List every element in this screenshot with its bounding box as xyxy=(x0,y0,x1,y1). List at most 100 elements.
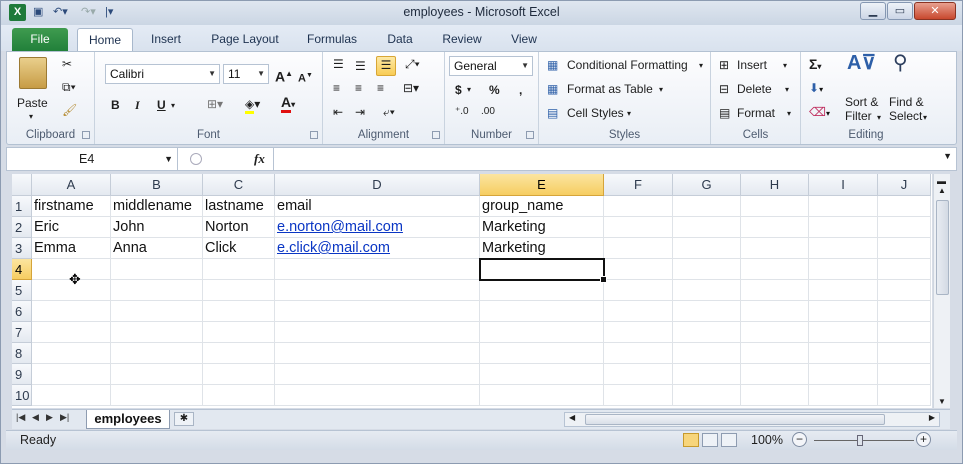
cell-f2[interactable] xyxy=(604,217,673,238)
split-box-icon[interactable]: ▬ xyxy=(937,176,946,186)
currency-button[interactable]: $ xyxy=(455,82,462,98)
row-header-4[interactable]: 4 xyxy=(12,259,32,280)
cell-d5[interactable] xyxy=(275,280,480,301)
sheet-tab-employees[interactable]: employees xyxy=(86,410,170,429)
cut-icon[interactable]: ✂ xyxy=(62,56,72,72)
number-format-combo[interactable]: General ▼ xyxy=(449,56,533,76)
cell-f6[interactable] xyxy=(604,301,673,322)
cell-f7[interactable] xyxy=(604,322,673,343)
cell-h2[interactable] xyxy=(741,217,809,238)
font-size-combo[interactable]: 11 ▼ xyxy=(223,64,269,84)
cell-b8[interactable] xyxy=(111,343,203,364)
cell-h4[interactable] xyxy=(741,259,809,280)
insert-cells-button[interactable]: Insert xyxy=(737,58,767,72)
format-cells-icon[interactable]: ▤ xyxy=(719,105,730,121)
normal-view-icon[interactable] xyxy=(683,433,699,447)
scroll-up-icon[interactable]: ▲ xyxy=(938,186,946,195)
shrink-font-icon[interactable]: A▼ xyxy=(298,68,313,87)
cell-c3[interactable]: Click xyxy=(203,238,275,259)
cell-g4[interactable] xyxy=(673,259,741,280)
cell-i7[interactable] xyxy=(809,322,878,343)
chevron-down-icon[interactable]: ▾ xyxy=(659,82,663,98)
find-select-label-1[interactable]: Find & xyxy=(889,95,924,109)
zoom-slider-thumb[interactable] xyxy=(857,435,863,446)
page-layout-view-icon[interactable] xyxy=(702,433,718,447)
cell-i1[interactable] xyxy=(809,196,878,217)
chevron-down-icon[interactable]: ▾ xyxy=(877,110,881,126)
cell-b7[interactable] xyxy=(111,322,203,343)
active-cell-selection[interactable] xyxy=(479,258,607,283)
middle-align-icon[interactable]: ☰ xyxy=(355,58,366,74)
formula-bar-splitter-icon[interactable] xyxy=(190,153,202,165)
grow-font-icon[interactable]: A▲ xyxy=(275,66,293,85)
cell-g6[interactable] xyxy=(673,301,741,322)
cell-g9[interactable] xyxy=(673,364,741,385)
column-header-f[interactable]: F xyxy=(604,174,673,196)
row-header-7[interactable]: 7 xyxy=(12,322,32,343)
formula-input[interactable] xyxy=(279,148,936,170)
percent-button[interactable]: % xyxy=(489,82,500,98)
cell-d3[interactable]: e.click@mail.com xyxy=(275,238,480,259)
cell-j8[interactable] xyxy=(878,343,931,364)
increase-indent-icon[interactable]: ⇥ xyxy=(355,104,365,120)
cell-a9[interactable] xyxy=(32,364,111,385)
cell-g1[interactable] xyxy=(673,196,741,217)
scroll-left-icon[interactable]: ◀ xyxy=(569,413,575,422)
cell-g2[interactable] xyxy=(673,217,741,238)
row-header-9[interactable]: 9 xyxy=(12,364,32,385)
cell-d10[interactable] xyxy=(275,385,480,406)
borders-icon[interactable]: ⊞▾ xyxy=(207,96,223,112)
cell-a8[interactable] xyxy=(32,343,111,364)
cell-h8[interactable] xyxy=(741,343,809,364)
cell-styles-icon[interactable]: ▤ xyxy=(547,105,558,121)
cell-h7[interactable] xyxy=(741,322,809,343)
cell-e9[interactable] xyxy=(480,364,604,385)
cell-i10[interactable] xyxy=(809,385,878,406)
insert-function-button[interactable]: fx xyxy=(254,151,265,167)
format-cells-button[interactable]: Format xyxy=(737,106,775,120)
sort-filter-icon[interactable]: A⊽ xyxy=(847,53,876,73)
cell-e6[interactable] xyxy=(480,301,604,322)
cell-f4[interactable] xyxy=(604,259,673,280)
vertical-scroll-thumb[interactable] xyxy=(936,200,949,295)
find-select-label-2[interactable]: Select xyxy=(889,109,922,123)
cell-g5[interactable] xyxy=(673,280,741,301)
cell-c6[interactable] xyxy=(203,301,275,322)
column-header-g[interactable]: G xyxy=(673,174,741,196)
font-launcher-icon[interactable] xyxy=(310,131,318,139)
minimize-button[interactable]: ▁ xyxy=(860,2,886,20)
row-header-5[interactable]: 5 xyxy=(12,280,32,301)
cell-g3[interactable] xyxy=(673,238,741,259)
cell-a7[interactable] xyxy=(32,322,111,343)
chevron-down-icon[interactable]: ▾ xyxy=(923,110,927,126)
zoom-level[interactable]: 100% xyxy=(751,433,783,447)
cell-a6[interactable] xyxy=(32,301,111,322)
paste-dropdown-icon[interactable]: ▾ xyxy=(29,112,33,121)
underline-dropdown-icon[interactable]: ▾ xyxy=(171,98,175,114)
cell-j4[interactable] xyxy=(878,259,931,280)
horizontal-scroll-thumb[interactable] xyxy=(585,414,885,425)
cell-i2[interactable] xyxy=(809,217,878,238)
cell-b5[interactable] xyxy=(111,280,203,301)
alignment-launcher-icon[interactable] xyxy=(432,131,440,139)
cell-c1[interactable]: lastname xyxy=(203,196,275,217)
tab-page-layout[interactable]: Page Layout xyxy=(201,28,289,51)
cell-j7[interactable] xyxy=(878,322,931,343)
cell-d4[interactable] xyxy=(275,259,480,280)
cell-f8[interactable] xyxy=(604,343,673,364)
cell-d2[interactable]: e.norton@mail.com xyxy=(275,217,480,238)
cell-d6[interactable] xyxy=(275,301,480,322)
tab-view[interactable]: View xyxy=(501,28,547,51)
cell-g10[interactable] xyxy=(673,385,741,406)
name-box[interactable]: E4 ▼ xyxy=(7,148,178,170)
cell-g7[interactable] xyxy=(673,322,741,343)
format-as-table-icon[interactable]: ▦ xyxy=(547,81,558,97)
merge-center-icon[interactable]: ⊟▾ xyxy=(403,80,419,96)
cell-e3[interactable]: Marketing xyxy=(480,238,604,259)
worksheet-grid[interactable]: A B C D E F G H I J 1 firstname middlename lastname em… xyxy=(12,174,932,408)
zoom-slider[interactable] xyxy=(814,440,914,441)
cell-e2[interactable]: Marketing xyxy=(480,217,604,238)
cell-d7[interactable] xyxy=(275,322,480,343)
conditional-formatting-icon[interactable]: ▦ xyxy=(547,57,558,73)
tab-home[interactable]: Home xyxy=(77,28,133,51)
